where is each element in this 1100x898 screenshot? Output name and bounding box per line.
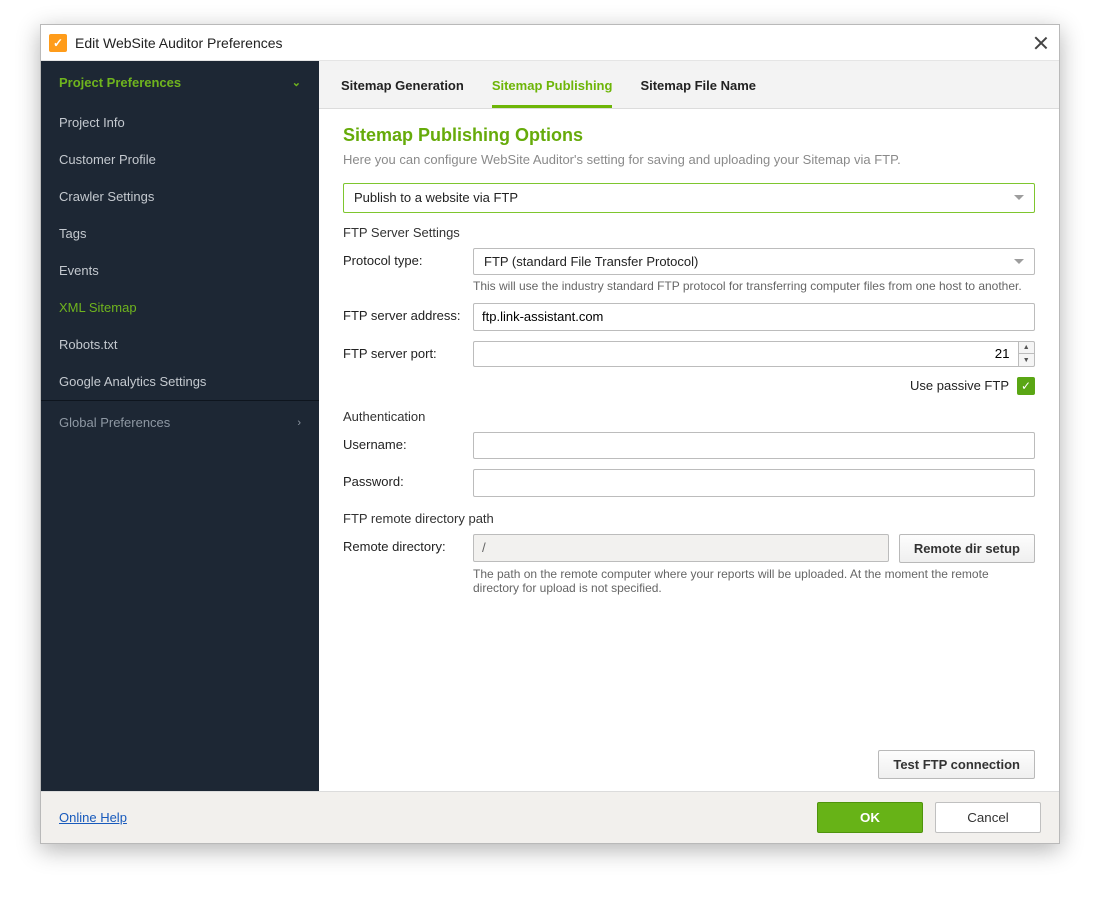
sidebar-item-project-info[interactable]: Project Info — [41, 104, 319, 141]
chevron-down-icon — [1014, 259, 1024, 264]
sidebar-item-tags[interactable]: Tags — [41, 215, 319, 252]
sidebar-section-label: Project Preferences — [59, 75, 181, 90]
sidebar-item-robots-txt[interactable]: Robots.txt — [41, 326, 319, 363]
ftp-port-input[interactable] — [473, 341, 1018, 367]
titlebar: ✓ Edit WebSite Auditor Preferences — [41, 25, 1059, 61]
sidebar-section-label: Global Preferences — [59, 415, 170, 430]
sidebar-section-project[interactable]: Project Preferences ⌄ — [41, 61, 319, 104]
ftp-settings-heading: FTP Server Settings — [343, 225, 1035, 240]
remote-dir-setup-button[interactable]: Remote dir setup — [899, 534, 1035, 563]
remote-dir-heading: FTP remote directory path — [343, 511, 1035, 526]
protocol-select[interactable]: FTP (standard File Transfer Protocol) — [473, 248, 1035, 276]
dialog-footer: Online Help OK Cancel — [41, 791, 1059, 843]
page-title: Sitemap Publishing Options — [343, 125, 1035, 146]
protocol-help: This will use the industry standard FTP … — [473, 279, 1035, 293]
close-icon[interactable] — [1033, 35, 1049, 51]
ftp-port-label: FTP server port: — [343, 341, 473, 361]
username-input[interactable] — [473, 432, 1035, 460]
page-subtitle: Here you can configure WebSite Auditor's… — [343, 152, 1035, 167]
port-increment[interactable]: ▲ — [1019, 342, 1034, 355]
tab-sitemap-publishing[interactable]: Sitemap Publishing — [492, 64, 613, 108]
ftp-address-label: FTP server address: — [343, 303, 473, 323]
auth-heading: Authentication — [343, 409, 1035, 424]
preferences-window: ✓ Edit WebSite Auditor Preferences Proje… — [40, 24, 1060, 844]
sidebar-item-customer-profile[interactable]: Customer Profile — [41, 141, 319, 178]
tab-sitemap-generation[interactable]: Sitemap Generation — [341, 64, 464, 108]
sidebar-item-crawler-settings[interactable]: Crawler Settings — [41, 178, 319, 215]
password-label: Password: — [343, 469, 473, 489]
passive-ftp-label: Use passive FTP — [910, 378, 1009, 393]
chevron-down-icon — [1014, 195, 1024, 200]
remote-dir-help: The path on the remote computer where yo… — [473, 567, 1035, 595]
sidebar: Project Preferences ⌄ Project InfoCustom… — [41, 61, 319, 791]
app-icon: ✓ — [49, 34, 67, 52]
chevron-down-icon: ⌄ — [292, 76, 301, 89]
test-ftp-button[interactable]: Test FTP connection — [878, 750, 1035, 779]
publish-mode-value: Publish to a website via FTP — [354, 190, 518, 206]
protocol-value: FTP (standard File Transfer Protocol) — [484, 254, 698, 270]
tabs-row: Sitemap Generation Sitemap Publishing Site… — [319, 61, 1059, 109]
sidebar-item-events[interactable]: Events — [41, 252, 319, 289]
cancel-button[interactable]: Cancel — [935, 802, 1041, 833]
main-panel: Sitemap GenerationSitemap PublishingSite… — [319, 61, 1059, 791]
window-title: Edit WebSite Auditor Preferences — [75, 35, 283, 51]
ok-button[interactable]: OK — [817, 802, 923, 833]
username-label: Username: — [343, 432, 473, 452]
password-input[interactable] — [473, 469, 1035, 497]
online-help-link[interactable]: Online Help — [59, 810, 127, 825]
remote-dir-label: Remote directory: — [343, 534, 473, 554]
publish-mode-select[interactable]: Publish to a website via FTP — [343, 183, 1035, 213]
port-decrement[interactable]: ▼ — [1019, 354, 1034, 366]
passive-ftp-checkbox[interactable]: ✓ — [1017, 377, 1035, 395]
sidebar-item-google-analytics-settings[interactable]: Google Analytics Settings — [41, 363, 319, 400]
tab-sitemap-file-name[interactable]: Sitemap File Name — [640, 64, 756, 108]
sidebar-item-xml-sitemap[interactable]: XML Sitemap — [41, 289, 319, 326]
ftp-address-input[interactable] — [473, 303, 1035, 331]
protocol-label: Protocol type: — [343, 248, 473, 268]
remote-dir-value — [473, 534, 889, 562]
chevron-right-icon: › — [297, 417, 301, 429]
sidebar-section-global[interactable]: Global Preferences › — [41, 401, 319, 444]
content-area: Sitemap Publishing Options Here you can … — [319, 109, 1059, 791]
